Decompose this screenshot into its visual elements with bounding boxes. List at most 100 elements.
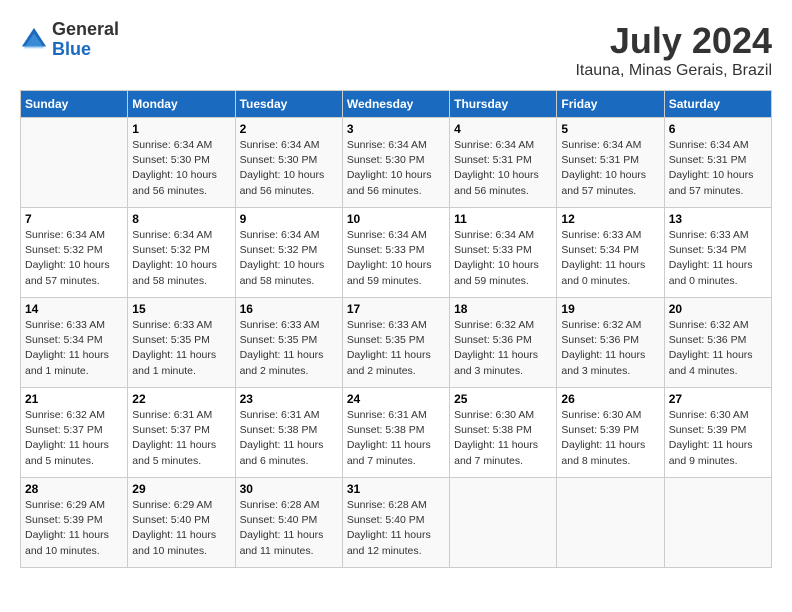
week-row-1: 1 Sunrise: 6:34 AMSunset: 5:30 PMDaylight… [21, 118, 772, 208]
day-info: Sunrise: 6:34 AMSunset: 5:31 PMDaylight:… [669, 138, 767, 199]
day-number: 10 [347, 212, 445, 226]
day-info: Sunrise: 6:32 AMSunset: 5:36 PMDaylight:… [561, 318, 659, 379]
month-title: July 2024 [575, 20, 772, 62]
day-number: 7 [25, 212, 123, 226]
day-cell [557, 478, 664, 568]
day-cell [450, 478, 557, 568]
day-number: 21 [25, 392, 123, 406]
day-info: Sunrise: 6:30 AMSunset: 5:38 PMDaylight:… [454, 408, 552, 469]
day-info: Sunrise: 6:34 AMSunset: 5:33 PMDaylight:… [347, 228, 445, 289]
day-number: 16 [240, 302, 338, 316]
logo: General Blue [20, 20, 119, 60]
day-info: Sunrise: 6:34 AMSunset: 5:32 PMDaylight:… [240, 228, 338, 289]
day-number: 30 [240, 482, 338, 496]
day-number: 26 [561, 392, 659, 406]
calendar-body: 1 Sunrise: 6:34 AMSunset: 5:30 PMDaylight… [21, 118, 772, 568]
day-info: Sunrise: 6:28 AMSunset: 5:40 PMDaylight:… [347, 498, 445, 559]
location-title: Itauna, Minas Gerais, Brazil [575, 62, 772, 80]
title-area: July 2024 Itauna, Minas Gerais, Brazil [575, 20, 772, 80]
header-cell-saturday: Saturday [664, 91, 771, 118]
day-number: 31 [347, 482, 445, 496]
day-info: Sunrise: 6:33 AMSunset: 5:34 PMDaylight:… [25, 318, 123, 379]
day-cell: 14Sunrise: 6:33 AMSunset: 5:34 PMDayligh… [21, 298, 128, 388]
day-number: 18 [454, 302, 552, 316]
header-cell-tuesday: Tuesday [235, 91, 342, 118]
logo-general: General [52, 19, 119, 39]
day-cell: 17Sunrise: 6:33 AMSunset: 5:35 PMDayligh… [342, 298, 449, 388]
day-cell: 13 Sunrise: 6:33 AMSunset: 5:34 PMDayligh… [664, 208, 771, 298]
day-cell: 30 Sunrise: 6:28 AMSunset: 5:40 PMDayligh… [235, 478, 342, 568]
day-info: Sunrise: 6:29 AMSunset: 5:39 PMDaylight:… [25, 498, 123, 559]
day-cell: 20 Sunrise: 6:32 AMSunset: 5:36 PMDayligh… [664, 298, 771, 388]
day-info: Sunrise: 6:32 AMSunset: 5:36 PMDaylight:… [454, 318, 552, 379]
day-cell: 25 Sunrise: 6:30 AMSunset: 5:38 PMDayligh… [450, 388, 557, 478]
day-cell: 22 Sunrise: 6:31 AMSunset: 5:37 PMDayligh… [128, 388, 235, 478]
day-info: Sunrise: 6:34 AMSunset: 5:31 PMDaylight:… [561, 138, 659, 199]
day-info: Sunrise: 6:34 AMSunset: 5:32 PMDaylight:… [132, 228, 230, 289]
week-row-4: 21Sunrise: 6:32 AMSunset: 5:37 PMDayligh… [21, 388, 772, 478]
day-cell: 12 Sunrise: 6:33 AMSunset: 5:34 PMDayligh… [557, 208, 664, 298]
day-info: Sunrise: 6:29 AMSunset: 5:40 PMDaylight:… [132, 498, 230, 559]
day-number: 3 [347, 122, 445, 136]
day-cell: 18 Sunrise: 6:32 AMSunset: 5:36 PMDayligh… [450, 298, 557, 388]
day-cell: 6Sunrise: 6:34 AMSunset: 5:31 PMDaylight… [664, 118, 771, 208]
day-info: Sunrise: 6:34 AMSunset: 5:30 PMDaylight:… [347, 138, 445, 199]
day-number: 2 [240, 122, 338, 136]
day-number: 20 [669, 302, 767, 316]
day-number: 5 [561, 122, 659, 136]
day-number: 1 [132, 122, 230, 136]
day-info: Sunrise: 6:33 AMSunset: 5:34 PMDaylight:… [669, 228, 767, 289]
logo-blue: Blue [52, 39, 91, 59]
week-row-3: 14Sunrise: 6:33 AMSunset: 5:34 PMDayligh… [21, 298, 772, 388]
header-cell-friday: Friday [557, 91, 664, 118]
day-info: Sunrise: 6:33 AMSunset: 5:35 PMDaylight:… [347, 318, 445, 379]
day-info: Sunrise: 6:34 AMSunset: 5:30 PMDaylight:… [240, 138, 338, 199]
day-info: Sunrise: 6:31 AMSunset: 5:38 PMDaylight:… [347, 408, 445, 469]
day-info: Sunrise: 6:34 AMSunset: 5:31 PMDaylight:… [454, 138, 552, 199]
day-cell: 28 Sunrise: 6:29 AMSunset: 5:39 PMDayligh… [21, 478, 128, 568]
day-number: 29 [132, 482, 230, 496]
day-number: 19 [561, 302, 659, 316]
day-cell: 29 Sunrise: 6:29 AMSunset: 5:40 PMDayligh… [128, 478, 235, 568]
week-row-2: 7 Sunrise: 6:34 AMSunset: 5:32 PMDaylight… [21, 208, 772, 298]
day-number: 9 [240, 212, 338, 226]
day-number: 25 [454, 392, 552, 406]
day-number: 12 [561, 212, 659, 226]
day-cell: 19 Sunrise: 6:32 AMSunset: 5:36 PMDayligh… [557, 298, 664, 388]
day-cell: 4Sunrise: 6:34 AMSunset: 5:31 PMDaylight… [450, 118, 557, 208]
day-info: Sunrise: 6:34 AMSunset: 5:32 PMDaylight:… [25, 228, 123, 289]
day-number: 15 [132, 302, 230, 316]
day-info: Sunrise: 6:32 AMSunset: 5:36 PMDaylight:… [669, 318, 767, 379]
day-cell: 7 Sunrise: 6:34 AMSunset: 5:32 PMDaylight… [21, 208, 128, 298]
header-cell-thursday: Thursday [450, 91, 557, 118]
logo-text: General Blue [52, 20, 119, 60]
day-cell: 3 Sunrise: 6:34 AMSunset: 5:30 PMDaylight… [342, 118, 449, 208]
week-row-5: 28 Sunrise: 6:29 AMSunset: 5:39 PMDayligh… [21, 478, 772, 568]
day-number: 27 [669, 392, 767, 406]
header-cell-wednesday: Wednesday [342, 91, 449, 118]
day-cell: 15 Sunrise: 6:33 AMSunset: 5:35 PMDayligh… [128, 298, 235, 388]
day-cell: 8 Sunrise: 6:34 AMSunset: 5:32 PMDaylight… [128, 208, 235, 298]
day-number: 8 [132, 212, 230, 226]
day-info: Sunrise: 6:28 AMSunset: 5:40 PMDaylight:… [240, 498, 338, 559]
day-number: 28 [25, 482, 123, 496]
day-info: Sunrise: 6:30 AMSunset: 5:39 PMDaylight:… [669, 408, 767, 469]
day-info: Sunrise: 6:33 AMSunset: 5:35 PMDaylight:… [132, 318, 230, 379]
day-info: Sunrise: 6:33 AMSunset: 5:34 PMDaylight:… [561, 228, 659, 289]
day-info: Sunrise: 6:33 AMSunset: 5:35 PMDaylight:… [240, 318, 338, 379]
day-info: Sunrise: 6:34 AMSunset: 5:33 PMDaylight:… [454, 228, 552, 289]
day-cell: 23Sunrise: 6:31 AMSunset: 5:38 PMDayligh… [235, 388, 342, 478]
header-cell-sunday: Sunday [21, 91, 128, 118]
day-cell: 26 Sunrise: 6:30 AMSunset: 5:39 PMDayligh… [557, 388, 664, 478]
day-number: 13 [669, 212, 767, 226]
day-cell: 9 Sunrise: 6:34 AMSunset: 5:32 PMDaylight… [235, 208, 342, 298]
day-cell: 21Sunrise: 6:32 AMSunset: 5:37 PMDayligh… [21, 388, 128, 478]
calendar-table: SundayMondayTuesdayWednesdayThursdayFrid… [20, 90, 772, 568]
day-cell [664, 478, 771, 568]
day-number: 22 [132, 392, 230, 406]
day-info: Sunrise: 6:31 AMSunset: 5:37 PMDaylight:… [132, 408, 230, 469]
day-info: Sunrise: 6:30 AMSunset: 5:39 PMDaylight:… [561, 408, 659, 469]
day-cell: 2 Sunrise: 6:34 AMSunset: 5:30 PMDaylight… [235, 118, 342, 208]
day-info: Sunrise: 6:34 AMSunset: 5:30 PMDaylight:… [132, 138, 230, 199]
day-cell: 24Sunrise: 6:31 AMSunset: 5:38 PMDayligh… [342, 388, 449, 478]
